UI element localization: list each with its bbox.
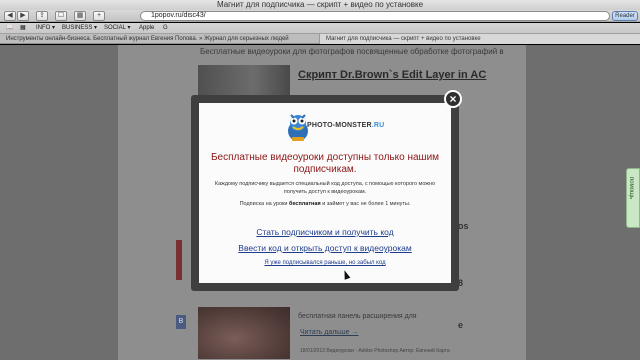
grid-icon[interactable]: ▦ <box>20 23 26 34</box>
subscribe-link[interactable]: Стать подписчиком и получить код <box>199 227 451 237</box>
tab-magnet[interactable]: Магнит для подписчика — скрипт + видео п… <box>320 34 640 44</box>
side-text: os <box>458 221 469 231</box>
side-widget <box>176 240 182 280</box>
article-snippet: бесплатная панель расширения для <box>298 313 417 320</box>
plus-icon[interactable]: + <box>93 11 105 21</box>
close-icon[interactable]: × <box>444 90 462 108</box>
photo-monster-logo: PHOTO-MONSTER.RU <box>285 109 384 143</box>
tab-bar: Инструменты онлайн-бизнеса. Бесплатный ж… <box>0 34 640 44</box>
article-thumbnail <box>198 65 290 95</box>
share-icon[interactable]: ⇪ <box>36 11 48 21</box>
side-badge: B <box>176 315 186 329</box>
article-thumbnail <box>198 307 290 359</box>
window-title: Магнит для подписчика — скрипт + видео п… <box>0 0 640 10</box>
url-text: 1popov.ru/disc43/ <box>151 12 206 19</box>
book-icon[interactable]: ☐ <box>55 11 67 21</box>
bookmark-apple[interactable]: Apple <box>139 23 154 34</box>
bookmark-info[interactable]: INFO ▾ <box>36 23 55 34</box>
forward-arrow-icon[interactable]: ▶ <box>17 11 29 21</box>
bookmark-g[interactable]: G <box>163 23 168 34</box>
logo-wordmark: PHOTO-MONSTER.RU <box>307 122 385 129</box>
back-arrow-icon[interactable]: ◀ <box>4 11 16 21</box>
tab-journal[interactable]: Инструменты онлайн-бизнеса. Бесплатный ж… <box>0 34 320 44</box>
modal-title: Бесплатные видеоуроки доступны только на… <box>210 152 440 175</box>
article-headline: Скрипт Dr.Brown`s Edit Layer in AC <box>298 69 487 81</box>
forgot-code-link[interactable]: Я уже подписывался раньше, но забыл код <box>199 260 451 266</box>
browser-toolbar: ◀ ▶ ⇪ ☐ ▦ + 1popov.ru/disc43/ Reader <box>0 10 640 22</box>
subscription-modal: PHOTO-MONSTER.RU Бесплатные видеоуроки д… <box>191 95 459 291</box>
grid-icon[interactable]: ▦ <box>74 11 86 21</box>
modal-body: PHOTO-MONSTER.RU Бесплатные видеоуроки д… <box>199 103 451 283</box>
help-tab[interactable]: помощь <box>626 168 640 228</box>
page-subtitle: Бесплатные видеоуроки для фотографов пос… <box>200 47 504 56</box>
read-more-link: Читать дальше → <box>300 329 359 336</box>
bookmarks-bar: 📖 ▦ INFO ▾ BUSINESS ▾ SOCIAL ▾ Apple G <box>0 23 640 34</box>
book-icon[interactable]: 📖 <box>6 23 13 34</box>
modal-description: Каждому подписчику выдается специальный … <box>214 181 436 195</box>
side-text: e <box>458 320 464 330</box>
bookmark-social[interactable]: SOCIAL ▾ <box>104 23 130 34</box>
enter-code-link[interactable]: Ввести код и открыть доступ к видеоурока… <box>199 243 451 253</box>
address-bar[interactable]: 1popov.ru/disc43/ <box>140 11 610 21</box>
modal-note: Подписка на уроки бесплатная и займет у … <box>239 201 411 207</box>
reader-button[interactable]: Reader <box>612 11 638 21</box>
bookmark-business[interactable]: BUSINESS ▾ <box>62 23 97 34</box>
article-meta: 18/01/2013 Видеоуроки · Adobe Photoshop … <box>300 348 450 354</box>
help-label: помощь <box>628 177 634 200</box>
